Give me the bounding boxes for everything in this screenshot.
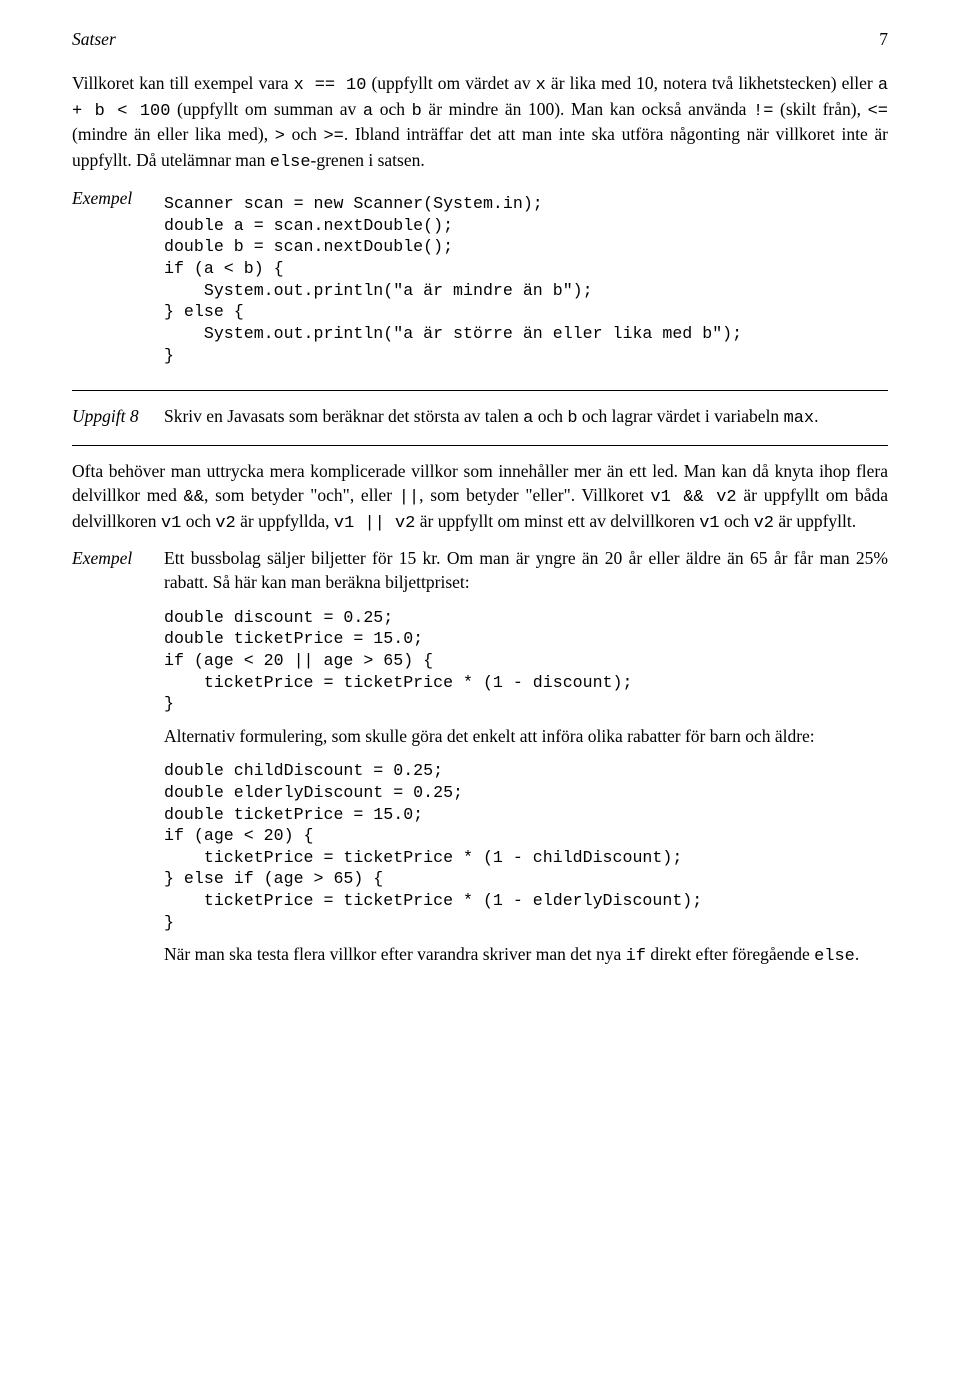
text: Villkoret kan till exempel vara bbox=[72, 73, 294, 93]
page-header: Satser 7 bbox=[72, 28, 888, 52]
text: . bbox=[814, 406, 818, 426]
inline-code: x bbox=[536, 76, 546, 95]
text: och bbox=[720, 511, 754, 531]
text: . bbox=[855, 944, 859, 964]
uppgift-content: Skriv en Javasats som beräknar det störs… bbox=[164, 405, 888, 431]
inline-code: a bbox=[523, 409, 533, 428]
inline-code: >= bbox=[323, 127, 343, 146]
text: (uppfyllt om summan av bbox=[170, 99, 363, 119]
example-outro: När man ska testa flera villkor efter va… bbox=[164, 943, 888, 969]
divider bbox=[72, 445, 888, 446]
text: är uppfyllt om minst ett av delvillkoren bbox=[415, 511, 699, 531]
example-content: Scanner scan = new Scanner(System.in); d… bbox=[164, 187, 888, 376]
header-section-title: Satser bbox=[72, 28, 116, 52]
inline-code: v1 && v2 bbox=[650, 488, 736, 507]
text: och lagrar värdet i variabeln bbox=[578, 406, 784, 426]
text: är uppfyllda, bbox=[236, 511, 334, 531]
inline-code: v2 bbox=[215, 514, 235, 533]
code-block: double discount = 0.25; double ticketPri… bbox=[164, 607, 888, 715]
example-mid: Alternativ formulering, som skulle göra … bbox=[164, 725, 888, 749]
inline-code: else bbox=[270, 153, 311, 172]
text: är mindre än 100). Man kan också använda bbox=[422, 99, 753, 119]
inline-code: v1 bbox=[699, 514, 719, 533]
text: (uppfyllt om värdet av bbox=[366, 73, 535, 93]
code-block: Scanner scan = new Scanner(System.in); d… bbox=[164, 193, 888, 366]
inline-code: a bbox=[363, 102, 373, 121]
inline-code: v1 || v2 bbox=[334, 514, 415, 533]
text: Skriv en Javasats som beräknar det störs… bbox=[164, 406, 523, 426]
inline-code: > bbox=[275, 127, 285, 146]
example-1: Exempel Scanner scan = new Scanner(Syste… bbox=[72, 187, 888, 376]
uppgift-8: Uppgift 8 Skriv en Javasats som beräknar… bbox=[72, 405, 888, 431]
inline-code: v2 bbox=[754, 514, 774, 533]
inline-code: v1 bbox=[161, 514, 181, 533]
intro-paragraph: Villkoret kan till exempel vara x == 10 … bbox=[72, 72, 888, 176]
text: är lika med 10, notera två likhetstecken… bbox=[546, 73, 878, 93]
example-2: Exempel Ett bussbolag säljer biljetter f… bbox=[72, 547, 888, 981]
code-block: double childDiscount = 0.25; double elde… bbox=[164, 760, 888, 933]
inline-code: max bbox=[784, 409, 815, 428]
inline-code: || bbox=[399, 488, 419, 507]
example-label: Exempel bbox=[72, 187, 164, 211]
text: -grenen i satsen. bbox=[311, 150, 425, 170]
text: , som betyder "och", eller bbox=[204, 485, 399, 505]
inline-code: x == 10 bbox=[294, 76, 367, 95]
paragraph-logical-operators: Ofta behöver man uttrycka mera komplicer… bbox=[72, 460, 888, 535]
uppgift-label: Uppgift 8 bbox=[72, 405, 164, 429]
text: , som betyder "eller". Villkoret bbox=[419, 485, 650, 505]
text: är uppfyllt. bbox=[774, 511, 856, 531]
inline-code: else bbox=[814, 947, 855, 966]
text: och bbox=[181, 511, 215, 531]
page-number: 7 bbox=[879, 28, 888, 52]
text: direkt efter föregående bbox=[646, 944, 814, 964]
divider bbox=[72, 390, 888, 391]
text: och bbox=[285, 124, 324, 144]
inline-code: && bbox=[184, 488, 204, 507]
inline-code: b bbox=[412, 102, 422, 121]
example-label: Exempel bbox=[72, 547, 164, 571]
page: Satser 7 Villkoret kan till exempel vara… bbox=[0, 0, 960, 1384]
text: (skilt från), bbox=[773, 99, 867, 119]
text: (mindre än eller lika med), bbox=[72, 124, 275, 144]
example-content: Ett bussbolag säljer biljetter för 15 kr… bbox=[164, 547, 888, 981]
inline-code: b bbox=[567, 409, 577, 428]
text: och bbox=[373, 99, 412, 119]
text: När man ska testa flera villkor efter va… bbox=[164, 944, 626, 964]
text: och bbox=[533, 406, 567, 426]
example-intro: Ett bussbolag säljer biljetter för 15 kr… bbox=[164, 547, 888, 594]
inline-code: if bbox=[626, 947, 646, 966]
inline-code: != bbox=[753, 102, 773, 121]
inline-code: <= bbox=[868, 102, 888, 121]
